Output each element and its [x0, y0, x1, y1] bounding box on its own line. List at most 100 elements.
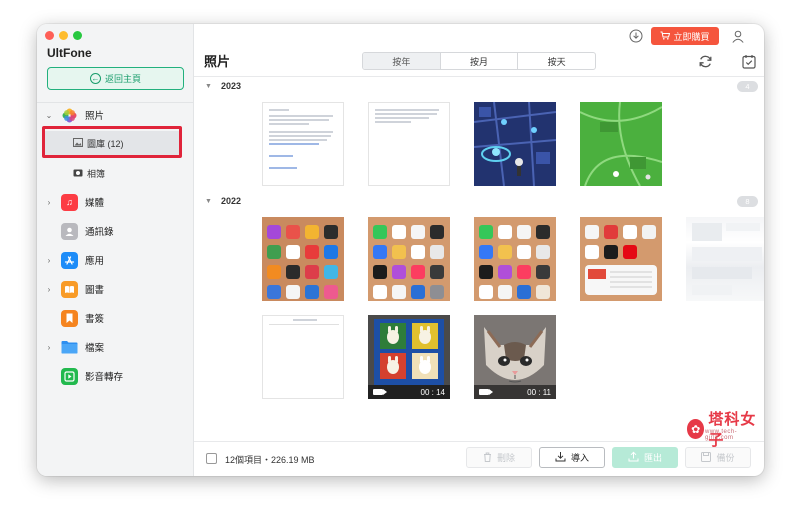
album-icon [73, 168, 83, 179]
photo-thumbnail[interactable] [262, 217, 344, 301]
photo-thumbnail[interactable] [368, 102, 450, 186]
video-camera-icon [373, 389, 387, 395]
sidebar-item-label: 圖書 [85, 285, 105, 296]
photo-thumbnail[interactable] [368, 217, 450, 301]
home-screen-image [580, 217, 662, 301]
photo-thumbnail[interactable] [580, 102, 662, 186]
close-window-button[interactable] [45, 31, 54, 40]
blurred-image [692, 223, 762, 295]
sidebar-subitem-albums[interactable]: 相簿 [43, 161, 181, 185]
year-count-badge: 8 [737, 195, 758, 207]
back-home-button[interactable]: ← 返回主頁 [47, 67, 184, 90]
import-icon [555, 451, 566, 464]
home-screen-image [368, 217, 450, 301]
photos-icon [61, 107, 78, 124]
back-home-label: 返回主頁 [104, 74, 141, 84]
group-by-tabs: 按年 按月 按天 [362, 52, 596, 70]
chevron-right-icon[interactable]: › [45, 285, 53, 294]
export-label: 匯出 [643, 453, 662, 463]
buy-now-label: 立即購買 [673, 31, 710, 42]
chevron-down-icon[interactable]: ⌄ [45, 111, 53, 120]
year-group-2022[interactable]: ▼ 2022 8 [194, 194, 764, 208]
sidebar-item-label: 應用 [85, 256, 105, 267]
sidebar-item-label: 書簽 [85, 314, 105, 325]
app-store-icon [61, 251, 78, 269]
backup-button[interactable]: 備份 [685, 447, 751, 468]
account-icon[interactable] [730, 28, 746, 44]
video-info-bar: 00 : 14 [368, 385, 450, 399]
photo-thumbnail[interactable] [474, 217, 556, 301]
photo-thumbnail[interactable] [474, 102, 556, 186]
video-thumbnail[interactable]: 00 : 14 [368, 315, 450, 399]
bookmark-icon [61, 309, 78, 327]
books-icon [61, 280, 78, 298]
cart-icon [660, 31, 671, 42]
delete-label: 刪除 [496, 453, 515, 463]
year-label: 2023 [221, 81, 242, 91]
chevron-right-icon[interactable]: › [45, 198, 53, 207]
tab-by-month[interactable]: 按月 [441, 53, 519, 69]
video-duration: 00 : 14 [420, 387, 445, 397]
photo-thumbnail[interactable] [262, 102, 344, 186]
chevron-right-icon[interactable]: › [45, 256, 53, 265]
selection-summary: 12個項目・226.19 MB [225, 455, 315, 465]
collapse-triangle-icon[interactable]: ▼ [205, 83, 212, 90]
buy-now-button[interactable]: 立即購買 [651, 27, 719, 45]
watermark-logo-icon: ✿ [687, 419, 705, 439]
home-screen-image [262, 217, 344, 301]
photo-thumbnail[interactable] [686, 217, 764, 301]
sidebar-subitem-label: 相簿 [87, 168, 106, 179]
sidebar-item-media[interactable]: › ♫ 媒體 [37, 190, 194, 214]
delete-button[interactable]: 刪除 [466, 447, 532, 468]
back-arrow-icon: ← [89, 73, 101, 84]
sidebar-item-label: 影音轉存 [85, 372, 124, 383]
header-divider [194, 76, 764, 77]
sidebar-item-label: 照片 [85, 111, 105, 122]
sidebar-item-files[interactable]: › 檔案 [37, 335, 194, 359]
sidebar-item-label: 媒體 [85, 198, 105, 209]
collapse-triangle-icon[interactable]: ▼ [205, 198, 212, 205]
sidebar-item-label: 檔案 [85, 343, 105, 354]
year-count-badge: 4 [737, 80, 758, 92]
sidebar-item-apps[interactable]: › 應用 [37, 248, 194, 272]
app-window: UltFone ← 返回主頁 ⌄ 照片 圖庫 (12) 相簿 › ♫ 媒體 通訊… [37, 24, 764, 476]
video-info-bar: 00 : 11 [474, 385, 556, 399]
photo-thumbnail[interactable] [262, 315, 344, 399]
video-duration: 00 : 11 [527, 387, 551, 397]
field-game-image [580, 102, 662, 186]
year-group-2023[interactable]: ▼ 2023 4 [194, 79, 764, 93]
minimize-window-button[interactable] [59, 31, 68, 40]
window-controls [45, 31, 82, 40]
photo-thumbnail[interactable] [580, 217, 662, 301]
chevron-right-icon[interactable]: › [45, 343, 53, 352]
sidebar-item-label: 通訊錄 [85, 227, 114, 238]
refresh-icon[interactable] [696, 52, 714, 70]
contacts-icon [61, 222, 78, 240]
video-thumbnail[interactable]: 00 : 11 [474, 315, 556, 399]
sidebar-item-photos[interactable]: ⌄ 照片 [37, 103, 194, 127]
export-button[interactable]: 匯出 [612, 447, 678, 468]
tab-by-day[interactable]: 按天 [518, 53, 595, 69]
home-screen-image [474, 217, 556, 301]
year-label: 2022 [221, 196, 242, 206]
page-title: 照片 [204, 54, 231, 69]
map-game-image [474, 102, 556, 186]
select-all-checkbox[interactable] [206, 453, 217, 464]
folder-icon [61, 339, 78, 356]
sidebar-item-contacts[interactable]: 通訊錄 [37, 219, 194, 243]
tab-by-year[interactable]: 按年 [363, 53, 441, 69]
footer-divider [194, 441, 764, 442]
backup-disk-icon [701, 451, 712, 464]
select-date-icon[interactable] [740, 52, 758, 70]
import-button[interactable]: 導入 [539, 447, 605, 468]
download-icon[interactable] [628, 28, 644, 44]
main-panel: 照片 按年 按月 按天 立即購買 ▼ 2023 4 ▼ 2022 8 00: … [194, 24, 764, 476]
sidebar-item-video-convert[interactable]: 影音轉存 [37, 364, 194, 388]
maximize-window-button[interactable] [73, 31, 82, 40]
watermark-subtitle: www.tech-girlz.com [705, 429, 738, 441]
sidebar-item-books[interactable]: › 圖書 [37, 277, 194, 301]
trash-icon [483, 452, 492, 464]
sidebar-item-bookmarks[interactable]: 書簽 [37, 306, 194, 330]
video-convert-icon [61, 367, 78, 385]
backup-label: 備份 [716, 453, 735, 463]
